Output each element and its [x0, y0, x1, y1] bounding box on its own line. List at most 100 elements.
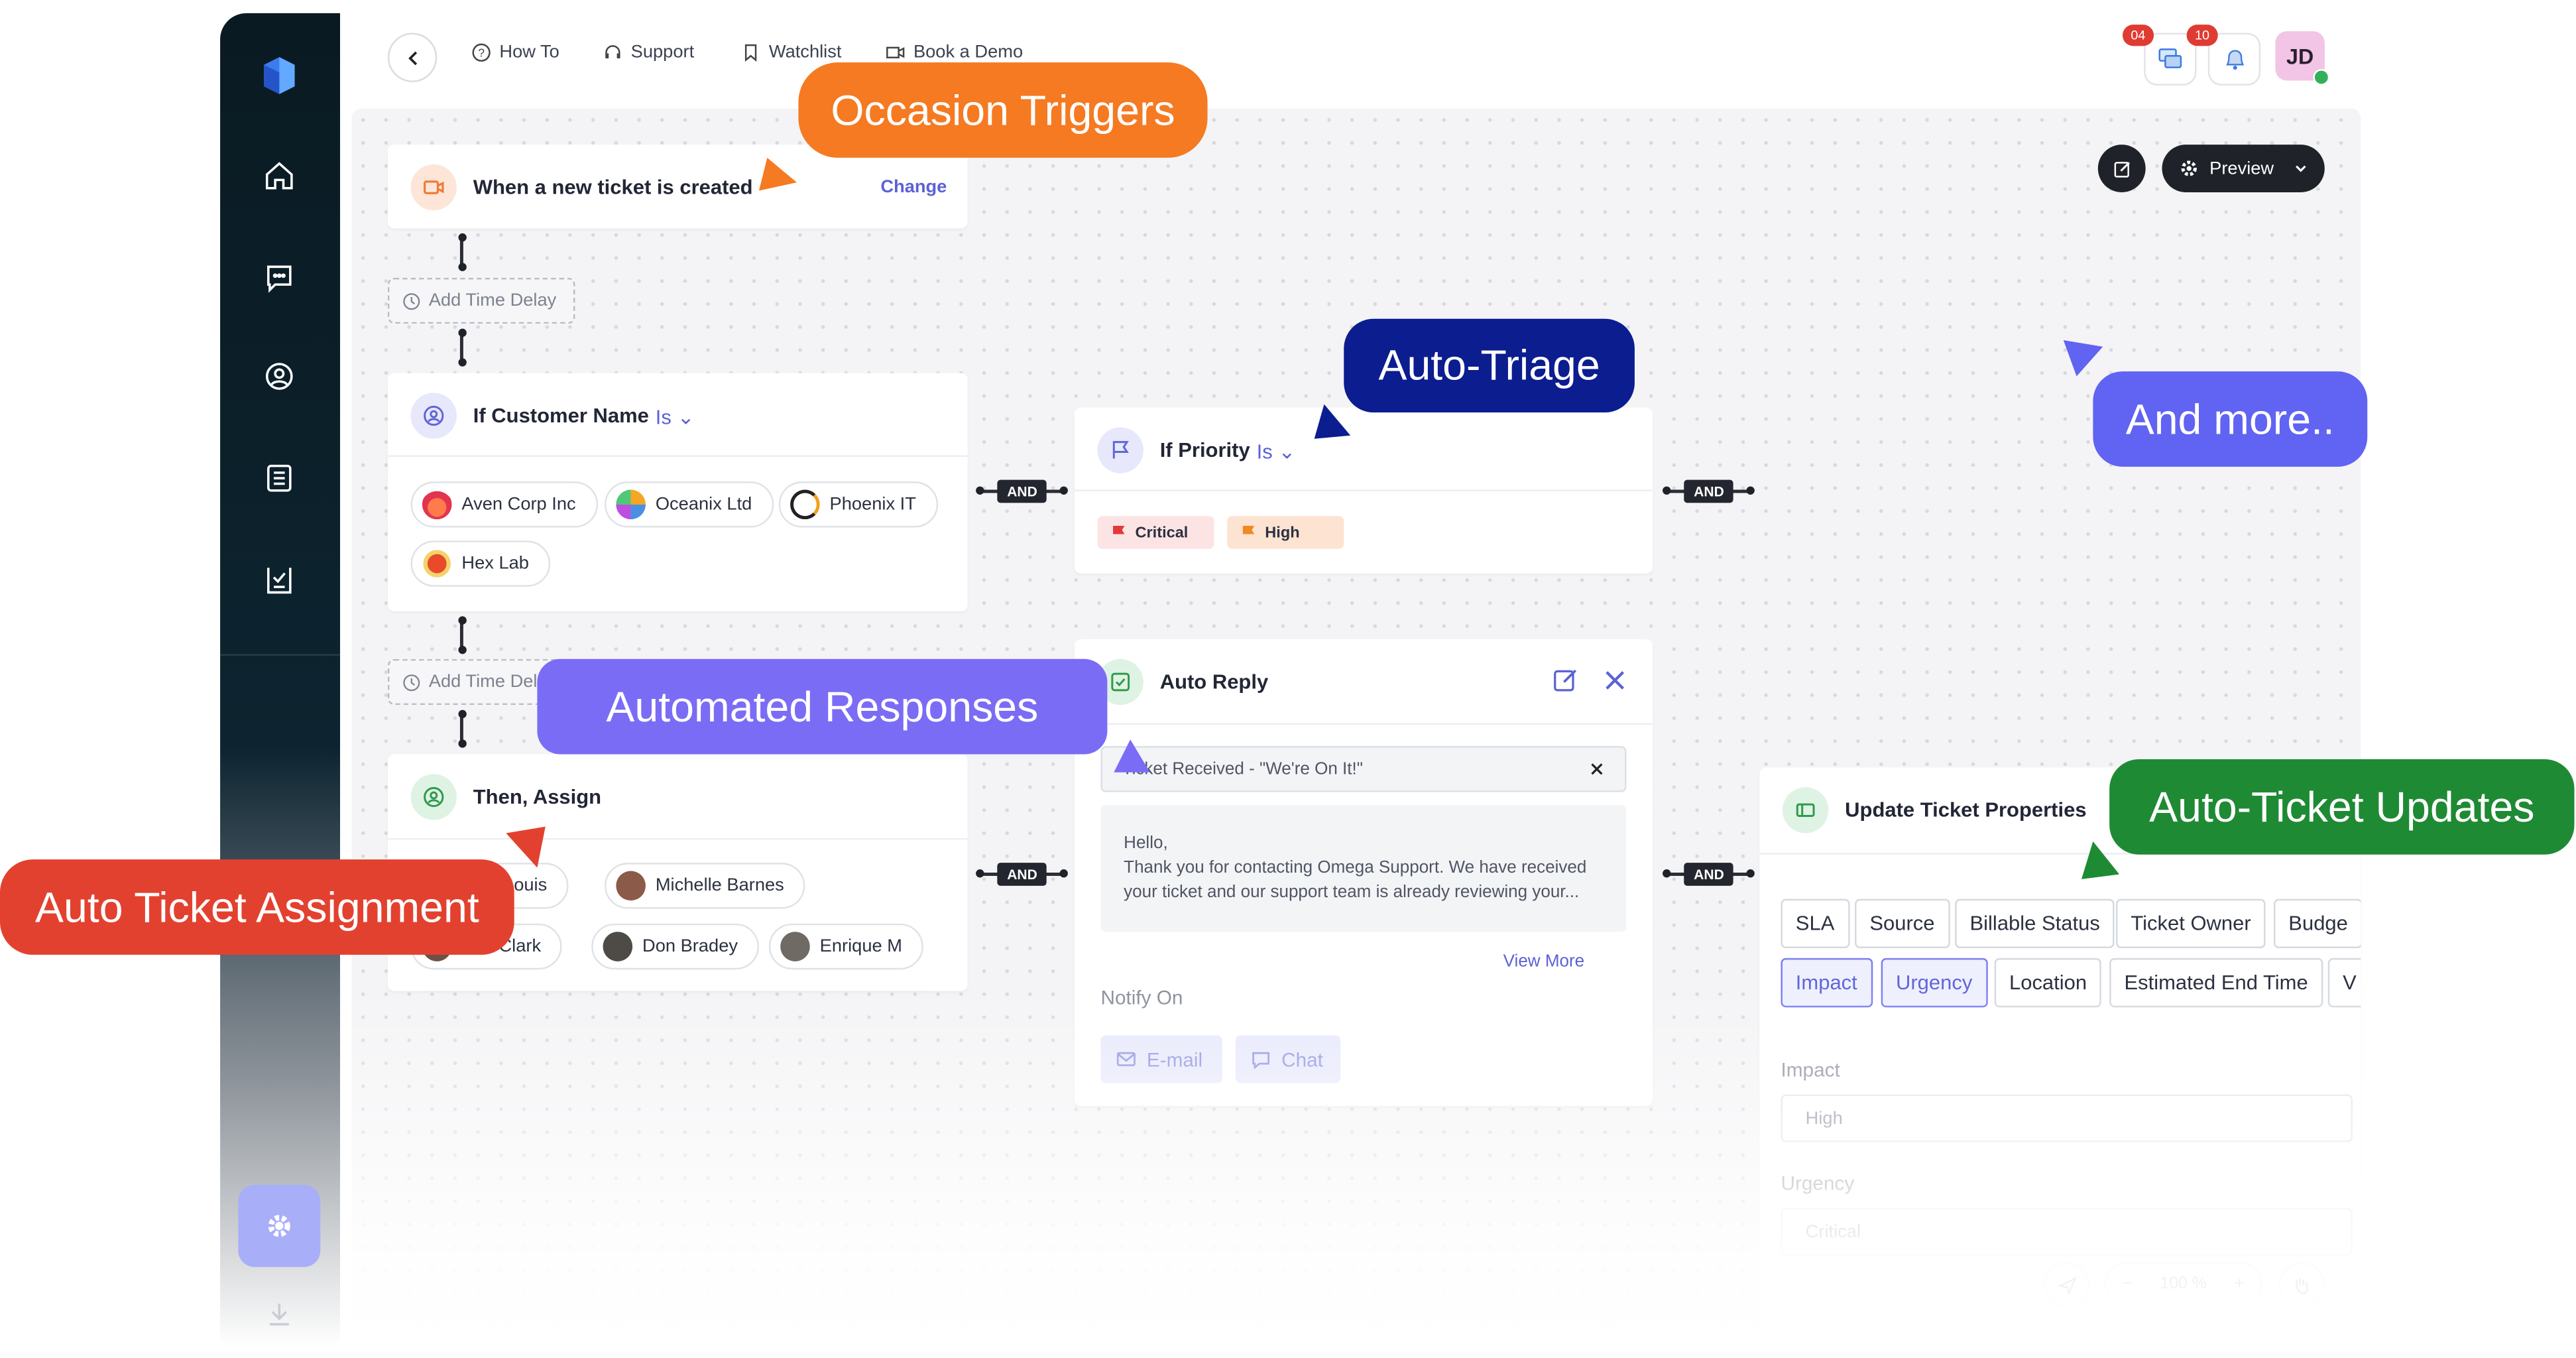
settings-button[interactable] [238, 1184, 321, 1267]
connector-dot [976, 869, 984, 878]
zoom-control[interactable]: − 100 % + [2104, 1262, 2262, 1305]
connector-dot [1059, 486, 1068, 495]
callout-label: And more.. [2125, 393, 2335, 443]
messages-icon [2158, 48, 2182, 68]
notify-chat-option[interactable]: Chat [1235, 1035, 1341, 1083]
property-option-selected[interactable]: Impact [1781, 957, 1873, 1008]
oceanix-logo [616, 489, 646, 520]
update-properties-title: Update Ticket Properties [1845, 798, 2087, 822]
support-link[interactable]: Support [603, 42, 694, 62]
send-icon [2058, 1276, 2076, 1294]
property-label: Budge [2288, 912, 2348, 936]
close-reply-button[interactable] [1604, 669, 1627, 700]
card-divider [387, 837, 968, 840]
callout-pointer [1114, 739, 1150, 772]
pan-button[interactable] [2278, 1262, 2325, 1308]
chat-icon[interactable] [260, 258, 299, 297]
zoom-out-icon[interactable]: − [2123, 1274, 2132, 1292]
connector-dot [1663, 869, 1671, 878]
priority-condition-card[interactable]: If Priority Is ⌄ Critical High [1074, 407, 1653, 574]
agent-avatar [780, 932, 810, 961]
priority-tag-label: High [1265, 523, 1300, 542]
app-logo-icon[interactable] [253, 49, 306, 101]
customer-condition-label: If Customer Name [473, 404, 649, 428]
property-option[interactable]: Source [1855, 898, 1950, 948]
property-option[interactable]: Location [1994, 957, 2102, 1008]
customer-condition-card[interactable]: If Customer Name Is ⌄ Aven Corp Inc Ocea… [387, 373, 968, 611]
svg-text:?: ? [478, 46, 485, 60]
checklist-icon[interactable] [260, 560, 299, 599]
callout-label: Occasion Triggers [831, 84, 1175, 134]
urgency-field-value: Critical [1805, 1221, 1861, 1242]
how-to-link[interactable]: ? How To [471, 42, 559, 62]
urgency-field[interactable]: Critical [1781, 1207, 2353, 1256]
customer-chip[interactable]: Aven Corp Inc [410, 481, 597, 528]
view-more-link[interactable]: View More [1503, 952, 1584, 971]
chevron-down-icon: ⌄ [1278, 439, 1296, 463]
orange-flag-icon [1242, 526, 1255, 540]
user-circle-icon[interactable] [260, 357, 299, 396]
reply-template-value: Ticket Received - "We're On It!" [1122, 759, 1363, 779]
back-button[interactable] [387, 32, 438, 82]
property-label: SLA [1795, 912, 1835, 936]
add-time-delay-label: Add Time Delay [428, 290, 557, 311]
zoom-in-icon[interactable]: + [2235, 1274, 2244, 1292]
agent-chip[interactable]: Don Bradey [591, 923, 760, 970]
customer-chip[interactable]: Oceanix Ltd [605, 481, 774, 528]
agent-chip[interactable]: Michelle Barnes [605, 863, 806, 909]
operator-dropdown[interactable]: Is ⌄ [656, 403, 695, 428]
customer-chip-label: Phoenix IT [829, 494, 916, 515]
clear-icon[interactable] [1589, 761, 1606, 777]
preview-button[interactable]: Preview [2162, 145, 2325, 192]
impact-field-label: Impact [1781, 1058, 1840, 1081]
top-bar: ? How To Support Watchlist Book a Demo 0… [340, 13, 2371, 99]
operator-dropdown[interactable]: Is ⌄ [1257, 438, 1296, 463]
list-icon[interactable] [260, 458, 299, 497]
send-button[interactable] [2044, 1262, 2090, 1308]
close-icon [1606, 671, 1625, 690]
agent-chip[interactable]: Enrique M [768, 923, 924, 970]
download-icon[interactable] [260, 1295, 299, 1334]
impact-field-value: High [1805, 1108, 1843, 1129]
auto-reply-card[interactable]: Auto Reply Ticket Received - "We're On I… [1074, 639, 1653, 1106]
notifications-button[interactable]: 10 [2186, 25, 2261, 86]
connector-dot [1663, 486, 1671, 495]
property-option[interactable]: Estimated End Time [2109, 957, 2323, 1008]
callout-label: Auto-Triage [1378, 340, 1600, 390]
video-icon [886, 46, 905, 58]
notify-email-option[interactable]: E-mail [1100, 1035, 1222, 1083]
customer-chip-label: Hex Lab [461, 554, 529, 574]
watchlist-link[interactable]: Watchlist [741, 42, 841, 62]
edit-icon [2113, 160, 2129, 177]
change-trigger-link[interactable]: Change [880, 178, 947, 198]
book-demo-link[interactable]: Book a Demo [886, 42, 1023, 62]
priority-tag-high[interactable]: High [1227, 516, 1344, 549]
edit-reply-button[interactable] [1552, 667, 1579, 702]
reply-template-select[interactable]: Ticket Received - "We're On It!" [1100, 746, 1627, 792]
property-option[interactable]: Ticket Owner [2116, 898, 2266, 948]
property-option[interactable]: SLA [1781, 898, 1849, 948]
how-to-label: How To [499, 42, 559, 63]
impact-field[interactable]: High [1781, 1094, 2353, 1142]
property-option-selected[interactable]: Urgency [1881, 957, 1987, 1008]
hand-icon [2296, 1278, 2308, 1294]
priority-tag-label: Critical [1135, 523, 1189, 542]
property-option[interactable]: Budge [2273, 898, 2361, 948]
property-option[interactable]: Billable Status [1955, 898, 2115, 948]
sidebar [220, 13, 341, 1348]
property-option[interactable]: V [2327, 957, 2361, 1008]
home-icon[interactable] [260, 156, 299, 195]
add-time-delay-button[interactable]: Add Time Delay [387, 277, 575, 324]
connector-dot [1746, 869, 1755, 878]
customer-chip[interactable]: Hex Lab [410, 540, 551, 587]
book-demo-label: Book a Demo [913, 42, 1024, 63]
customer-chip[interactable]: Phoenix IT [778, 481, 938, 528]
priority-tag-critical[interactable]: Critical [1097, 516, 1214, 549]
card-divider [1074, 723, 1653, 725]
connector-dot [1746, 486, 1755, 495]
and-badge: AND [997, 863, 1047, 886]
agent-avatar [603, 932, 633, 961]
edit-workflow-button[interactable] [2097, 145, 2146, 192]
hex-lab-logo [422, 548, 452, 579]
user-avatar[interactable]: JD [2275, 31, 2330, 86]
